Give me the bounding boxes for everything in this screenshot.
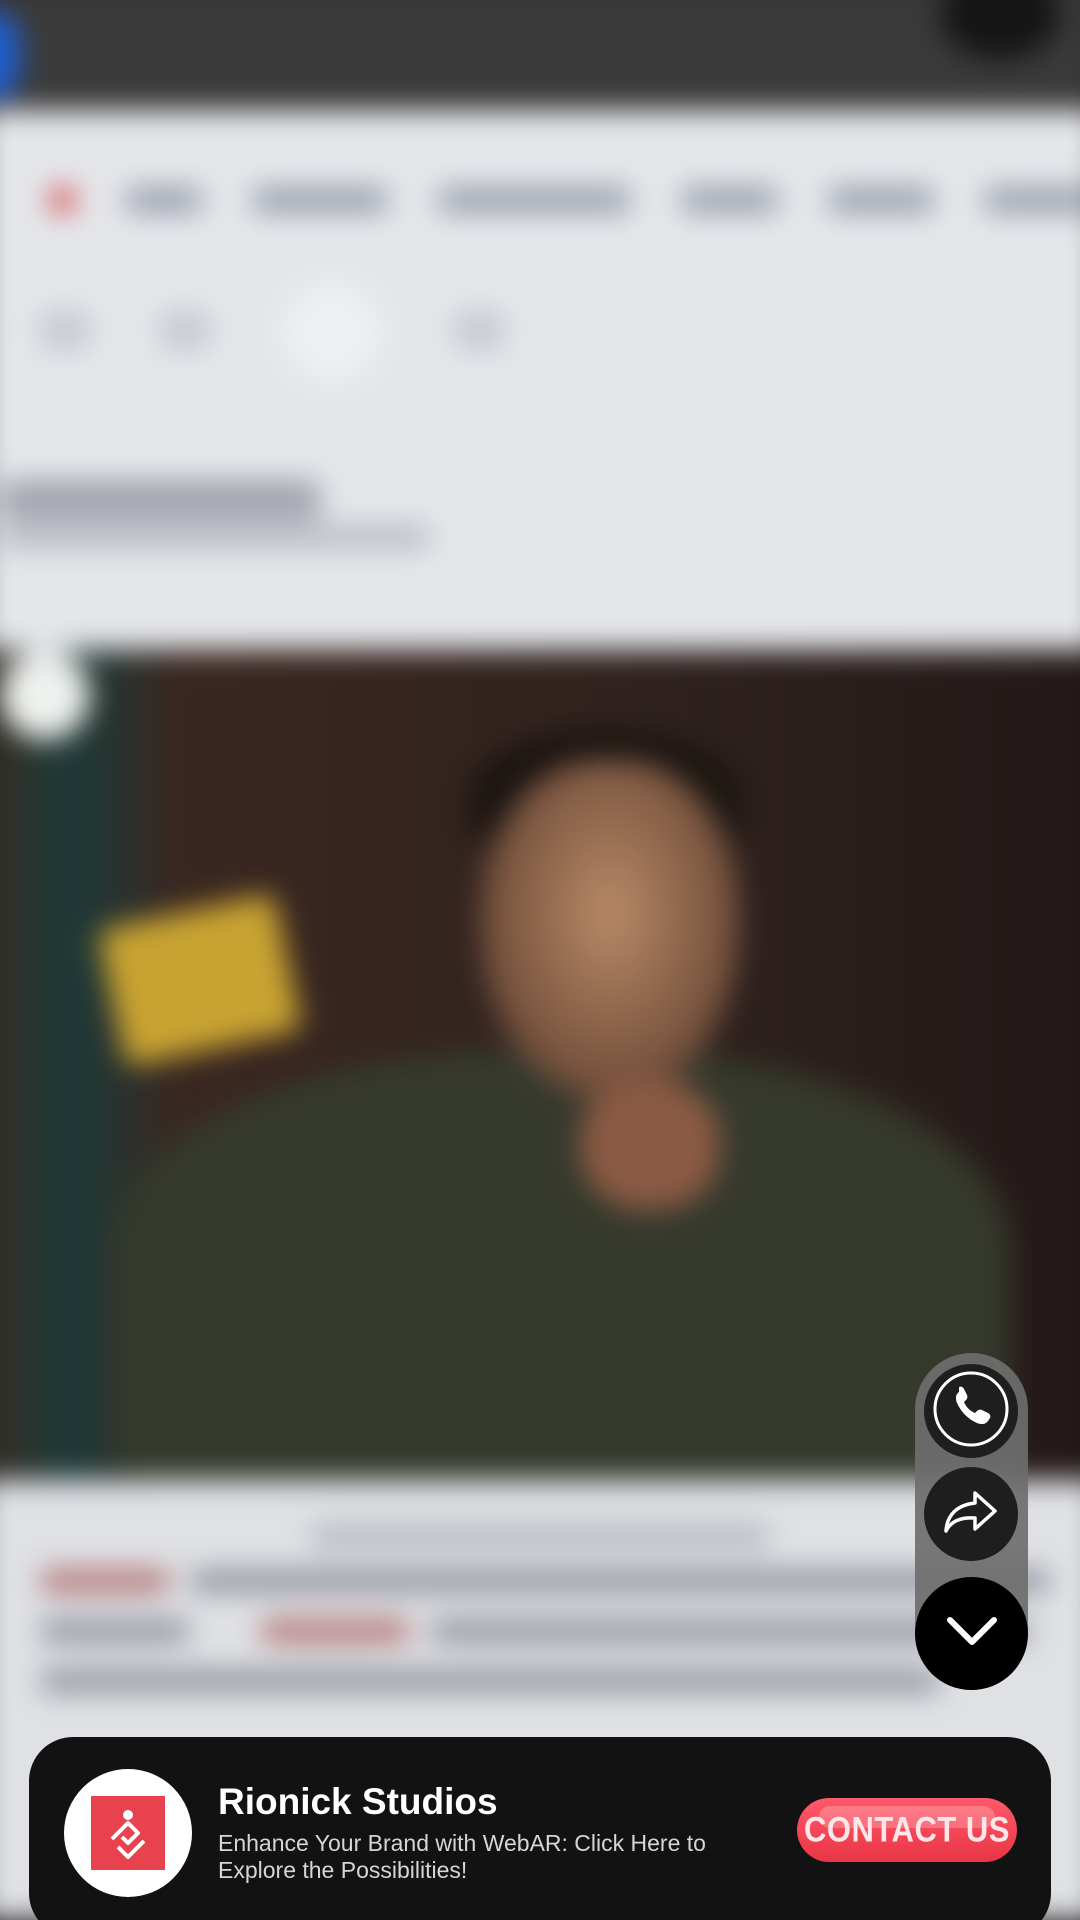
banner-description: Enhance Your Brand with WebAR: Click Her… (218, 1830, 706, 1883)
rionick-logo-icon (91, 1796, 165, 1870)
contact-us-label: CONTACT US (804, 1809, 1010, 1850)
chevron-down-icon (944, 1614, 1000, 1653)
share-button[interactable] (924, 1467, 1018, 1561)
ar-camera-view: Rionick Studios Enhance Your Brand with … (0, 0, 1080, 1920)
brand-name: Rionick Studios (218, 1781, 498, 1822)
contact-us-button[interactable]: CONTACT US (797, 1798, 1017, 1862)
call-button[interactable] (924, 1364, 1018, 1458)
share-forward-icon (941, 1487, 1001, 1542)
collapse-button[interactable] (915, 1577, 1028, 1690)
brand-logo (64, 1769, 192, 1897)
phone-icon (932, 1370, 1010, 1453)
